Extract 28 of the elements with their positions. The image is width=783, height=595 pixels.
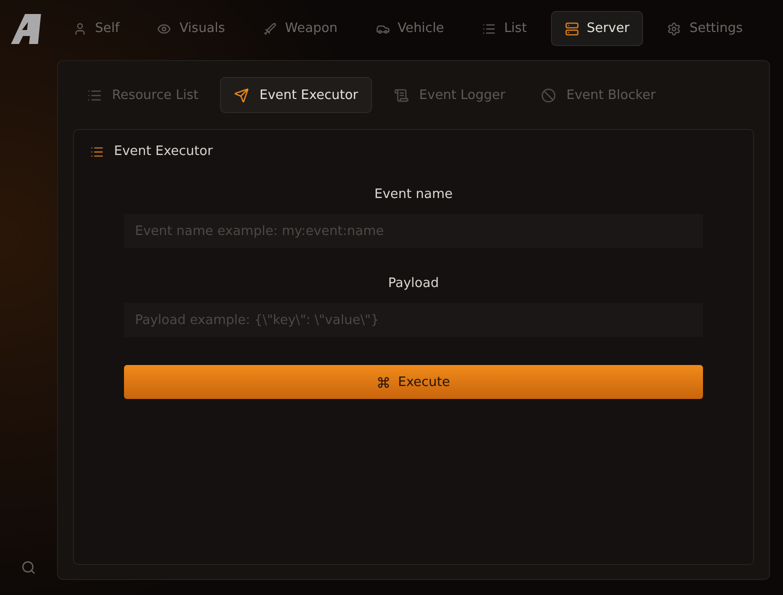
nav-tab[interactable]: Settings	[653, 11, 757, 46]
field-label: Event name	[373, 187, 454, 202]
sub-tab[interactable]: Event Executor	[220, 77, 372, 113]
tab-icon	[263, 22, 278, 36]
search-icon[interactable]	[21, 560, 36, 575]
nav-tab[interactable]: Server	[550, 11, 644, 46]
command-icon	[377, 376, 390, 388]
tab-icon	[394, 88, 410, 102]
sub-tab[interactable]: Event Blocker	[527, 77, 670, 113]
execute-button[interactable]: Execute	[124, 365, 703, 399]
card-title: Event Executor	[114, 144, 213, 159]
nav-tab[interactable]: List	[468, 11, 541, 46]
tab-icon	[157, 22, 172, 36]
nav-tab[interactable]: Self	[59, 11, 134, 46]
nav-tab[interactable]: Vehicle	[362, 11, 458, 46]
sub-tab[interactable]: Event Logger	[380, 77, 520, 113]
tab-icon	[482, 22, 496, 36]
nav-tab[interactable]: Visuals	[143, 11, 240, 46]
tab-icon	[564, 22, 579, 36]
tab-icon	[87, 88, 102, 102]
field-label: Payload	[387, 276, 440, 291]
nav-tab[interactable]: Weapon	[249, 11, 352, 46]
tab-icon	[667, 22, 682, 36]
tab-icon	[234, 88, 250, 102]
tab-icon	[541, 88, 556, 102]
sub-tab[interactable]: Resource List	[73, 77, 212, 113]
list-icon	[90, 144, 104, 158]
tab-icon	[73, 22, 87, 36]
